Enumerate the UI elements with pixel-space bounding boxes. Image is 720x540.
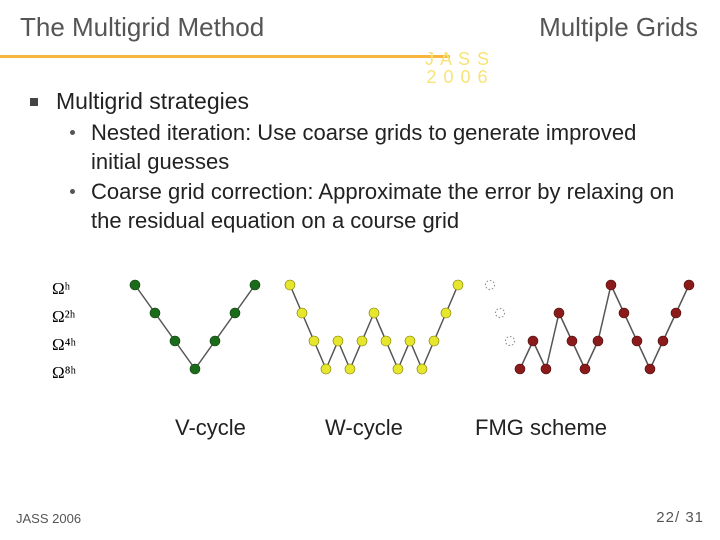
grid-label: Ωʰ	[52, 275, 76, 303]
footer: JASS 2006 22/ 31	[16, 511, 704, 526]
bullet-sub-text: Coarse grid correction: Approximate the …	[91, 178, 690, 235]
grid-label: Ω⁸ʰ	[52, 359, 76, 387]
slide-title-left: The Multigrid Method	[20, 12, 264, 43]
slide-title-right: Multiple Grids	[539, 12, 698, 43]
caption-fmg-scheme: FMG scheme	[475, 415, 607, 441]
watermark-text: J A S S 2 0 0 6	[425, 50, 490, 86]
grid-level-labels: Ωʰ Ω²ʰ Ω⁴ʰ Ω⁸ʰ	[52, 275, 76, 387]
page-sep: /	[675, 509, 680, 526]
square-bullet-icon	[30, 98, 38, 106]
w-cycle-diagram	[280, 275, 480, 395]
footer-conference: JASS 2006	[16, 511, 81, 526]
bullet-sub-text: Nested iteration: Use coarse grids to ge…	[91, 119, 690, 176]
dot-bullet-icon	[70, 130, 75, 135]
caption-w-cycle: W-cycle	[325, 415, 403, 441]
title-rule	[0, 55, 450, 58]
caption-v-cycle: V-cycle	[175, 415, 246, 441]
page-current: 22	[656, 509, 675, 526]
header: The Multigrid Method Multiple Grids J A …	[0, 0, 720, 70]
grid-label: Ω²ʰ	[52, 303, 76, 331]
bullet-level-2: Coarse grid correction: Approximate the …	[70, 178, 690, 235]
fmg-scheme-diagram	[480, 275, 700, 395]
grid-label: Ω⁴ʰ	[52, 331, 76, 359]
body: Multigrid strategies Nested iteration: U…	[30, 88, 690, 235]
bullet-main-text: Multigrid strategies	[56, 88, 249, 115]
v-cycle-diagram	[120, 275, 280, 395]
bullet-level-2: Nested iteration: Use coarse grids to ge…	[70, 119, 690, 176]
page-number: 22/ 31	[656, 509, 704, 526]
page-total: 31	[685, 509, 704, 526]
bullet-level-1: Multigrid strategies	[30, 88, 690, 115]
dot-bullet-icon	[70, 189, 75, 194]
slide: The Multigrid Method Multiple Grids J A …	[0, 0, 720, 540]
